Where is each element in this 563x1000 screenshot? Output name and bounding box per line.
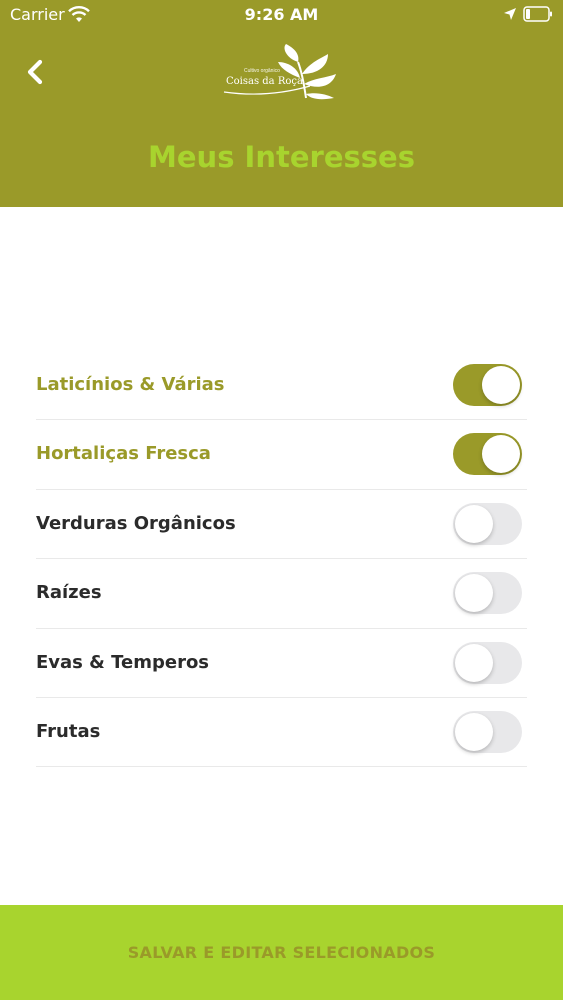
logo-subtext: Cultivo orgânico bbox=[244, 68, 280, 74]
chevron-left-icon bbox=[27, 59, 43, 85]
battery-icon bbox=[523, 6, 552, 22]
interest-toggle[interactable] bbox=[453, 710, 522, 753]
interest-row: Raízes bbox=[36, 559, 527, 629]
toggle-knob bbox=[455, 574, 493, 613]
location-arrow-icon bbox=[504, 8, 516, 20]
interest-toggle[interactable] bbox=[453, 364, 522, 406]
interest-label: Verduras Orgânicos bbox=[36, 512, 236, 534]
interest-row: Laticínios & Várias bbox=[36, 351, 527, 421]
interest-label: Evas & Temperos bbox=[36, 651, 210, 673]
clock: 9:26 AM bbox=[244, 5, 319, 24]
toggle-knob bbox=[455, 712, 493, 751]
header-bar: Carrier 9:26 AM Cultivo orgânico Coisas … bbox=[0, 0, 563, 207]
back-button[interactable] bbox=[18, 52, 52, 92]
interest-row: Evas & Temperos bbox=[36, 629, 527, 698]
interest-toggle[interactable] bbox=[453, 433, 522, 476]
page-title: Meus Interesses bbox=[148, 140, 415, 174]
interest-toggle[interactable] bbox=[453, 502, 522, 545]
interest-label: Raízes bbox=[36, 582, 102, 604]
save-selected-button[interactable]: SALVAR E EDITAR SELECIONADOS bbox=[0, 905, 563, 1000]
toggle-knob bbox=[482, 366, 520, 404]
toggle-knob bbox=[482, 435, 520, 474]
interest-label: Laticínios & Várias bbox=[36, 374, 225, 395]
interest-toggle[interactable] bbox=[453, 572, 522, 615]
interests-list: Laticínios & Várias Hortaliças Fresca Verd… bbox=[36, 351, 527, 768]
save-selected-label: SALVAR E EDITAR SELECIONADOS bbox=[127, 943, 436, 962]
interest-row: Verduras Orgânicos bbox=[36, 490, 527, 560]
interest-row: Hortaliças Fresca bbox=[36, 420, 527, 490]
interest-row: Frutas bbox=[36, 698, 527, 768]
toggle-knob bbox=[455, 504, 493, 543]
status-bar: Carrier 9:26 AM bbox=[0, 0, 563, 30]
logo-swoosh bbox=[223, 85, 311, 95]
toggle-knob bbox=[455, 643, 493, 682]
interest-toggle[interactable] bbox=[453, 641, 522, 684]
interest-label: Hortaliças Fresca bbox=[36, 443, 211, 465]
interest-label: Frutas bbox=[36, 720, 101, 742]
brand-logo: Cultivo orgânico Coisas da Roça bbox=[222, 44, 338, 102]
